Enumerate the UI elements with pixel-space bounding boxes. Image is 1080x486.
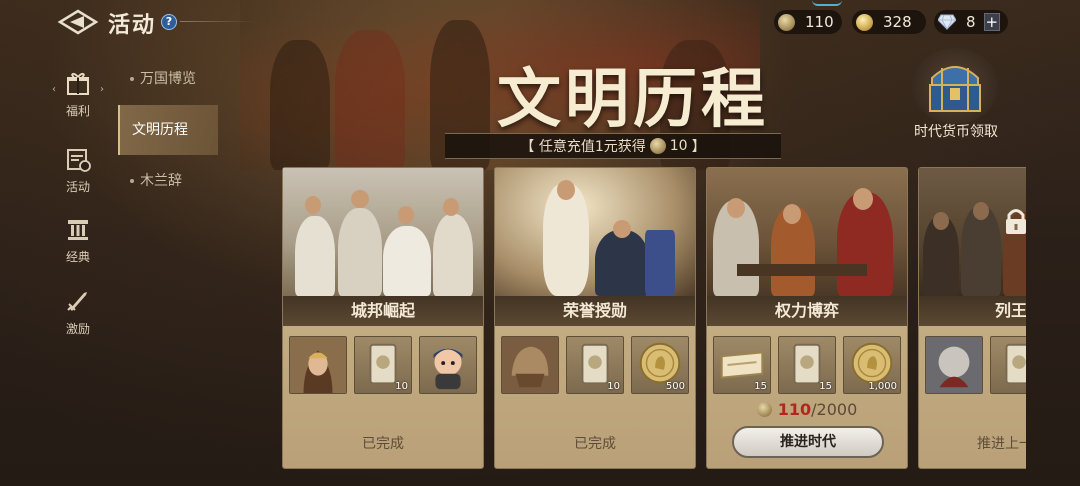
page-title: 活动	[108, 13, 157, 38]
promo-suffix: 】	[691, 139, 706, 155]
card-title: 城邦崛起	[283, 296, 483, 326]
gold-coin-value: 328	[883, 13, 912, 31]
reward-list	[925, 336, 1026, 394]
reward-list: 15 15 1,000	[713, 336, 903, 394]
card-title: 列王纪	[919, 296, 1026, 326]
help-icon[interactable]: ?	[161, 14, 177, 30]
pillar-icon	[68, 220, 88, 240]
woman-portrait-icon	[290, 337, 346, 393]
reward-item[interactable]: 15	[713, 336, 771, 394]
event-title: 文明历程	[497, 62, 769, 137]
reward-item[interactable]	[990, 336, 1026, 394]
top-bar: 活动 ? 110 328 8 +	[0, 0, 1080, 44]
diamond-icon	[938, 14, 956, 30]
gold-coin-icon	[856, 13, 873, 31]
rail-item-welfare[interactable]: ‹ › 福利	[50, 70, 106, 119]
rail-item-label: 经典	[65, 250, 90, 264]
progress-current: 110	[777, 400, 812, 419]
promo-prefix: 【 任意充值1元获得	[520, 139, 646, 155]
reward-item[interactable]: 15	[778, 336, 836, 394]
card-status: 已完成	[362, 436, 404, 452]
submenu-item-mulan[interactable]: 木兰辞	[118, 156, 218, 206]
rail-item-label: 福利	[65, 104, 90, 118]
bullet-icon	[130, 77, 134, 81]
rail-item-events[interactable]: 活动	[50, 146, 106, 195]
treasure-chest-button[interactable]	[912, 48, 998, 124]
knight-portrait-icon	[926, 337, 982, 393]
card-image	[283, 168, 483, 296]
add-diamond-button[interactable]: +	[983, 13, 1000, 31]
civ-coin-value: 110	[805, 13, 834, 31]
lock-icon	[1006, 209, 1026, 234]
rail-item-label: 激励	[65, 322, 90, 336]
calendar-icon	[67, 149, 91, 172]
reward-qty: 500	[665, 381, 685, 392]
promo-amount: 10	[669, 138, 688, 154]
card-image	[919, 168, 1026, 296]
reward-item[interactable]	[925, 336, 983, 394]
title-divider	[180, 21, 255, 22]
civ-coin-icon	[649, 138, 666, 154]
submenu-label: 文明历程	[132, 122, 188, 138]
reward-qty: 15	[754, 381, 767, 392]
chest-label: 时代货币领取	[914, 124, 998, 140]
bullet-icon	[130, 179, 134, 183]
card-status: 推进上一时代	[977, 436, 1026, 452]
advance-era-button[interactable]: 推进时代	[732, 426, 884, 458]
reward-qty: 15	[819, 381, 832, 392]
mascot-avatar-icon	[433, 348, 463, 390]
card-image	[707, 168, 907, 296]
rail-item-label: 活动	[65, 180, 90, 194]
back-icon[interactable]	[56, 8, 100, 36]
rail-item-incentive[interactable]: 激励	[50, 288, 106, 337]
loading-indicator	[812, 0, 842, 6]
era-card[interactable]: 荣誉授勋 10 500 已完成	[494, 167, 696, 469]
reward-list: 10	[289, 336, 479, 394]
gift-icon	[67, 72, 89, 95]
card-pack-icon	[1005, 343, 1026, 385]
reward-item[interactable]	[419, 336, 477, 394]
promo-banner: 【 任意充值1元获得 10 】	[445, 133, 781, 159]
sword-icon	[67, 292, 87, 311]
reward-item[interactable]: 10	[566, 336, 624, 394]
card-title: 荣誉授勋	[495, 296, 695, 326]
progress-readout: 110/2000	[707, 400, 907, 419]
era-card[interactable]: 权力博弈 15 15 1,000 110/2000 推进时代	[706, 167, 908, 469]
era-card-locked[interactable]: 列王纪 推进上一时代	[918, 167, 1026, 469]
card-image	[495, 168, 695, 296]
reward-list: 10 500	[501, 336, 691, 394]
reward-qty: 10	[607, 381, 620, 392]
reward-item[interactable]: 500	[631, 336, 689, 394]
submenu-label: 万国博览	[140, 71, 196, 87]
reward-item[interactable]: 10	[354, 336, 412, 394]
civ-coin-icon	[778, 13, 795, 31]
reward-qty: 10	[395, 381, 408, 392]
card-title: 权力博弈	[707, 296, 907, 326]
civ-coin-counter: 110	[774, 10, 842, 34]
chevron-right-icon[interactable]: ›	[100, 84, 104, 95]
warrior-helmet-icon	[502, 337, 558, 393]
era-card[interactable]: 城邦崛起 10 已完成	[282, 167, 484, 469]
submenu-label: 木兰辞	[140, 173, 182, 189]
submenu-item-world-expo[interactable]: 万国博览	[118, 54, 218, 104]
chevron-left-icon[interactable]: ‹	[52, 84, 56, 95]
submenu-item-civilization[interactable]: 文明历程	[118, 105, 218, 155]
diamond-counter: 8 +	[934, 10, 1008, 34]
reward-item[interactable]	[289, 336, 347, 394]
reward-item[interactable]: 1,000	[843, 336, 901, 394]
rail-item-classic[interactable]: 经典	[50, 216, 106, 265]
diamond-value: 8	[966, 13, 976, 31]
card-status: 已完成	[574, 436, 616, 452]
civ-coin-icon	[756, 402, 772, 417]
progress-total: /2000	[811, 400, 858, 419]
era-card-list: 城邦崛起 10 已完成 荣誉授勋 10 500 已完成 权力博弈 15 15 1…	[282, 167, 1026, 471]
reward-qty: 1,000	[868, 381, 897, 392]
treasure-chest-icon	[929, 66, 981, 112]
reward-item[interactable]	[501, 336, 559, 394]
gold-coin-counter: 328	[852, 10, 926, 34]
